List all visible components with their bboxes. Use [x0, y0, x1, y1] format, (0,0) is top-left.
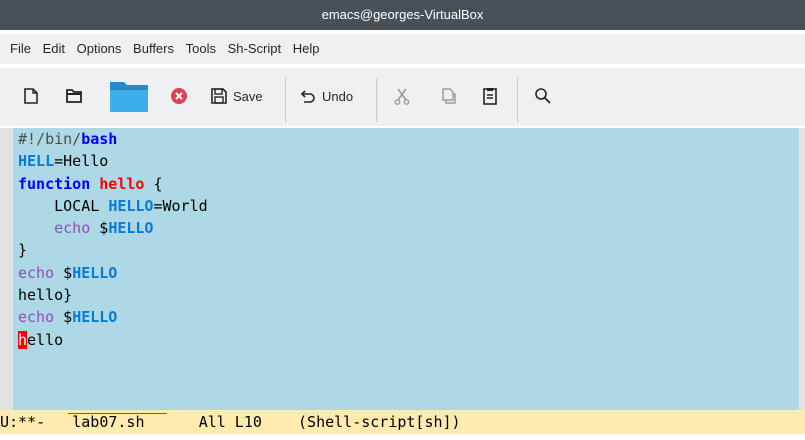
cut-button[interactable] [391, 78, 413, 114]
code-token: LOCAL [18, 196, 109, 215]
save-label: Save [233, 88, 263, 104]
mode-line: U:**- lab07.sh All L10 (Shell-script[sh]… [0, 410, 805, 434]
code-token: hello [99, 174, 145, 193]
copy-icon [442, 88, 456, 104]
window-title: emacs@georges-VirtualBox [321, 7, 484, 22]
folder-icon [66, 89, 82, 103]
save-button[interactable]: Save [208, 78, 263, 114]
menu-edit[interactable]: Edit [43, 41, 65, 56]
toolbar: Save Undo [0, 68, 805, 126]
code-line[interactable]: #!/bin/bash [18, 128, 208, 150]
code-line[interactable]: echo $HELLO [18, 306, 208, 328]
code-token: echo [18, 308, 55, 327]
menu-tools[interactable]: Tools [186, 41, 216, 56]
menu-sh-script[interactable]: Sh-Script [228, 41, 281, 56]
code-token: function [18, 174, 91, 193]
text-cursor: h [18, 330, 28, 349]
toolbar-separator [517, 78, 518, 122]
undo-button[interactable]: Undo [297, 78, 353, 114]
buffer-status: U:**- [0, 413, 46, 431]
code-token: $ [90, 219, 109, 238]
code-token: =World [153, 196, 208, 215]
code-line[interactable]: echo $HELLO [18, 217, 208, 239]
code-token: } [18, 241, 28, 260]
save-icon [211, 88, 227, 104]
code-token: echo [54, 219, 91, 238]
window-title-bar: emacs@georges-VirtualBox [0, 0, 805, 30]
editor-area[interactable]: #!/bin/bash HELL=Hello function hello { LO… [0, 128, 805, 410]
right-fringe [799, 128, 805, 410]
search-icon [535, 88, 551, 104]
paste-button[interactable] [479, 78, 501, 114]
code-line[interactable]: hello [18, 329, 208, 351]
code-line[interactable]: echo $HELLO [18, 262, 208, 284]
open-file-button[interactable] [108, 76, 150, 116]
code-line[interactable]: LOCAL HELLO=World [18, 195, 208, 217]
code-token: HELLO [108, 196, 154, 215]
open-directory-button[interactable] [63, 78, 85, 114]
blue-folder-icon [110, 82, 148, 112]
new-file-button[interactable] [20, 78, 42, 114]
code-line[interactable]: } [18, 239, 208, 261]
code-text[interactable]: #!/bin/bash HELL=Hello function hello { LO… [18, 128, 208, 351]
search-button[interactable] [532, 78, 554, 114]
menu-buffers[interactable]: Buffers [133, 41, 174, 56]
code-line[interactable]: HELL=Hello [18, 150, 208, 172]
menu-file[interactable]: File [10, 41, 31, 56]
close-icon [171, 88, 187, 104]
undo-icon [300, 90, 315, 103]
code-token: $ [54, 263, 73, 282]
code-token: echo [18, 263, 55, 282]
code-token: =Hello [54, 152, 109, 171]
code-token: HELL [18, 152, 55, 171]
paste-icon [483, 88, 497, 105]
code-token: #!/bin/ [18, 130, 82, 148]
code-token: { [144, 174, 163, 193]
code-token: $ [54, 308, 73, 327]
toolbar-separator [376, 78, 377, 122]
code-line[interactable]: function hello { [18, 173, 208, 195]
code-token: HELLO [72, 263, 118, 282]
menu-bar: File Edit Options Buffers Tools Sh-Scrip… [0, 34, 805, 64]
code-token: ello [27, 330, 64, 349]
menu-options[interactable]: Options [77, 41, 122, 56]
copy-button[interactable] [437, 78, 459, 114]
toolbar-separator [285, 78, 286, 122]
code-line[interactable]: hello} [18, 284, 208, 306]
menu-help[interactable]: Help [293, 41, 320, 56]
cut-icon [394, 88, 410, 105]
code-token: hello} [18, 286, 73, 305]
code-token: HELLO [72, 308, 118, 327]
undo-label: Undo [322, 88, 354, 104]
minibuffer[interactable] [0, 434, 805, 440]
code-token: HELLO [108, 219, 154, 238]
left-fringe [0, 128, 13, 410]
major-mode[interactable]: (Shell-script[sh]) [298, 413, 461, 431]
buffer-name[interactable]: lab07.sh [72, 413, 144, 431]
code-token: bash [81, 130, 118, 148]
close-buffer-button[interactable] [168, 78, 190, 114]
new-file-icon [24, 88, 38, 104]
buffer-position: All L10 [198, 413, 262, 431]
